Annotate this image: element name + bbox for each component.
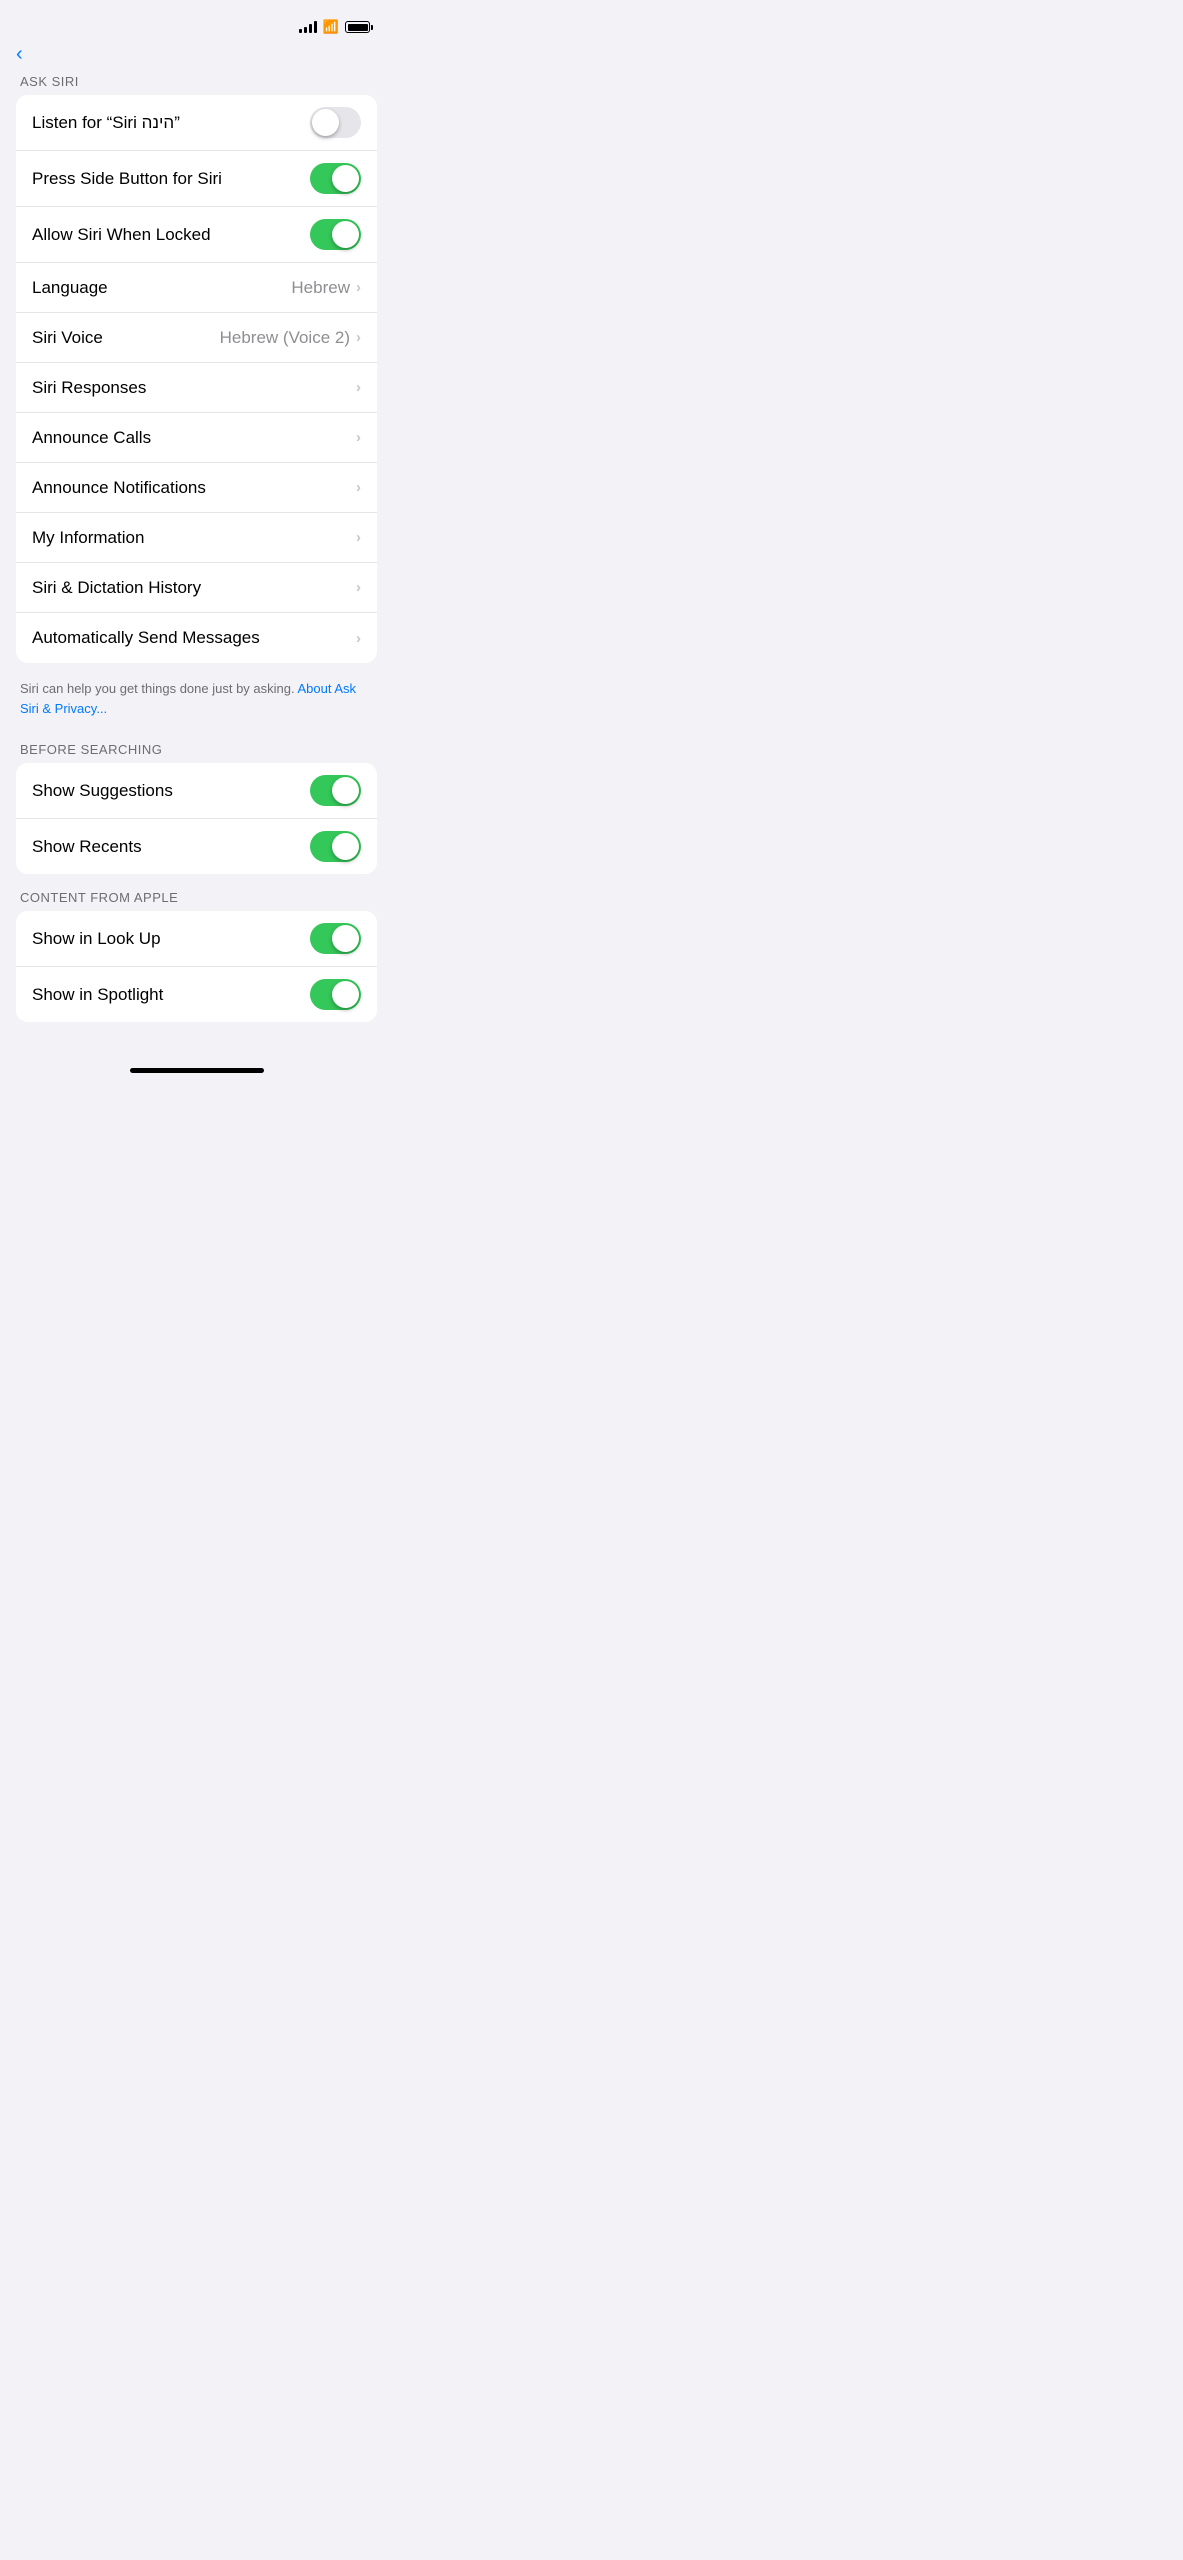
row-label-listen-siri: Listen for “Siri הינה” <box>32 113 310 133</box>
toggle-knob-show-in-spotlight <box>332 981 359 1008</box>
settings-row-announce-notifications[interactable]: Announce Notifications› <box>16 463 377 513</box>
row-right-auto-send-messages: › <box>356 630 361 647</box>
row-right-listen-siri <box>310 107 361 138</box>
chevron-icon-auto-send-messages: › <box>356 630 361 647</box>
chevron-icon-my-information: › <box>356 529 361 546</box>
toggle-show-in-spotlight[interactable] <box>310 979 361 1010</box>
row-right-siri-responses: › <box>356 379 361 396</box>
row-label-press-side-button: Press Side Button for Siri <box>32 169 310 189</box>
signal-icon <box>299 21 317 33</box>
section-header-ask-siri: ASK SIRI <box>0 66 393 95</box>
settings-row-siri-voice[interactable]: Siri VoiceHebrew (Voice 2) › <box>16 313 377 363</box>
row-right-language: Hebrew › <box>291 278 361 298</box>
row-value-siri-voice: Hebrew (Voice 2) <box>220 328 350 348</box>
row-label-announce-calls: Announce Calls <box>32 428 356 448</box>
toggle-knob-show-suggestions <box>332 777 359 804</box>
status-icons: 📶 <box>299 19 373 35</box>
toggle-show-recents[interactable] <box>310 831 361 862</box>
toggle-knob-listen-siri <box>312 109 339 136</box>
row-right-show-in-look-up <box>310 923 361 954</box>
toggle-knob-press-side-button <box>332 165 359 192</box>
ask-siri-privacy-link[interactable]: About Ask Siri & Privacy... <box>20 681 356 716</box>
section-header-content-from-apple: CONTENT FROM APPLE <box>0 882 393 911</box>
row-label-siri-dictation-history: Siri & Dictation History <box>32 578 356 598</box>
settings-row-show-in-look-up[interactable]: Show in Look Up <box>16 911 377 967</box>
section-footer-ask-siri: Siri can help you get things done just b… <box>0 671 393 734</box>
toggle-knob-show-in-look-up <box>332 925 359 952</box>
back-chevron-icon: ‹ <box>16 44 23 64</box>
row-label-show-recents: Show Recents <box>32 837 310 857</box>
row-right-show-suggestions <box>310 775 361 806</box>
toggle-knob-allow-locked <box>332 221 359 248</box>
row-value-language: Hebrew <box>291 278 350 298</box>
settings-group-before-searching: Show Suggestions Show Recents <box>16 763 377 874</box>
settings-group-ask-siri: Listen for “Siri הינה” Press Side Button … <box>16 95 377 663</box>
toggle-listen-siri[interactable] <box>310 107 361 138</box>
battery-icon <box>345 21 373 33</box>
settings-row-announce-calls[interactable]: Announce Calls› <box>16 413 377 463</box>
chevron-icon-siri-responses: › <box>356 379 361 396</box>
settings-group-content-from-apple: Show in Look Up Show in Spotlight <box>16 911 377 1022</box>
row-right-press-side-button <box>310 163 361 194</box>
row-label-auto-send-messages: Automatically Send Messages <box>32 628 356 648</box>
home-indicator <box>0 1060 393 1077</box>
wifi-icon: 📶 <box>323 19 339 35</box>
row-right-show-recents <box>310 831 361 862</box>
row-label-announce-notifications: Announce Notifications <box>32 478 356 498</box>
row-right-announce-notifications: › <box>356 479 361 496</box>
chevron-icon-siri-dictation-history: › <box>356 579 361 596</box>
settings-content: ASK SIRI Listen for “Siri הינה” Press Side… <box>0 66 393 1060</box>
toggle-show-in-look-up[interactable] <box>310 923 361 954</box>
row-label-show-in-spotlight: Show in Spotlight <box>32 985 310 1005</box>
status-bar: 📶 <box>0 0 393 48</box>
settings-row-show-recents[interactable]: Show Recents <box>16 819 377 874</box>
toggle-allow-locked[interactable] <box>310 219 361 250</box>
home-bar <box>130 1068 264 1073</box>
row-right-allow-locked <box>310 219 361 250</box>
toggle-show-suggestions[interactable] <box>310 775 361 806</box>
settings-row-show-suggestions[interactable]: Show Suggestions <box>16 763 377 819</box>
row-label-my-information: My Information <box>32 528 356 548</box>
row-right-show-in-spotlight <box>310 979 361 1010</box>
settings-row-press-side-button[interactable]: Press Side Button for Siri <box>16 151 377 207</box>
settings-row-language[interactable]: LanguageHebrew › <box>16 263 377 313</box>
row-label-siri-responses: Siri Responses <box>32 378 356 398</box>
row-right-my-information: › <box>356 529 361 546</box>
toggle-knob-show-recents <box>332 833 359 860</box>
row-label-show-suggestions: Show Suggestions <box>32 781 310 801</box>
chevron-icon-announce-calls: › <box>356 429 361 446</box>
settings-row-siri-dictation-history[interactable]: Siri & Dictation History› <box>16 563 377 613</box>
settings-row-show-in-spotlight[interactable]: Show in Spotlight <box>16 967 377 1022</box>
toggle-press-side-button[interactable] <box>310 163 361 194</box>
settings-row-my-information[interactable]: My Information› <box>16 513 377 563</box>
row-right-announce-calls: › <box>356 429 361 446</box>
settings-row-allow-locked[interactable]: Allow Siri When Locked <box>16 207 377 263</box>
settings-row-auto-send-messages[interactable]: Automatically Send Messages› <box>16 613 377 663</box>
chevron-icon-siri-voice: › <box>356 329 361 346</box>
row-right-siri-voice: Hebrew (Voice 2) › <box>220 328 361 348</box>
nav-bar: ‹ <box>0 48 393 66</box>
row-label-show-in-look-up: Show in Look Up <box>32 929 310 949</box>
row-label-allow-locked: Allow Siri When Locked <box>32 225 310 245</box>
row-label-siri-voice: Siri Voice <box>32 328 220 348</box>
settings-row-siri-responses[interactable]: Siri Responses› <box>16 363 377 413</box>
chevron-icon-announce-notifications: › <box>356 479 361 496</box>
row-label-language: Language <box>32 278 291 298</box>
row-right-siri-dictation-history: › <box>356 579 361 596</box>
settings-row-listen-siri[interactable]: Listen for “Siri הינה” <box>16 95 377 151</box>
back-button[interactable]: ‹ <box>16 45 26 64</box>
section-header-before-searching: BEFORE SEARCHING <box>0 734 393 763</box>
chevron-icon-language: › <box>356 279 361 296</box>
